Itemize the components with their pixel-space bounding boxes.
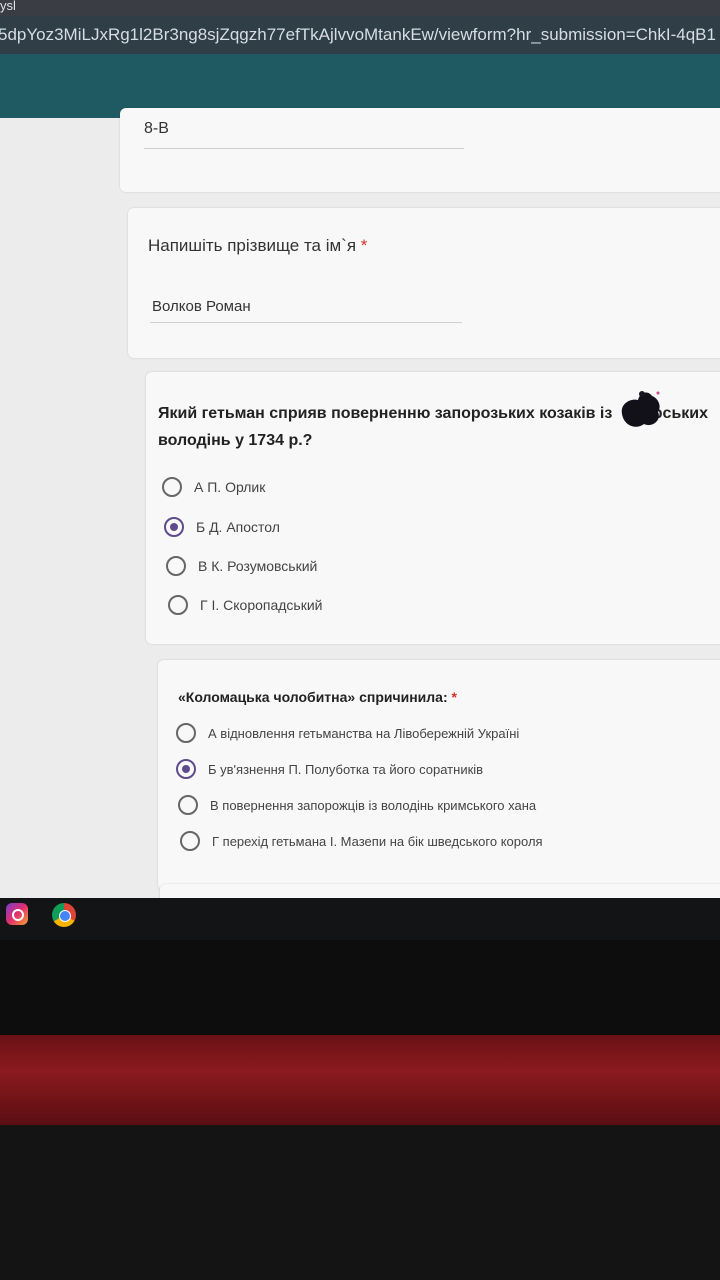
name-question-title: Напишіть прізвище та ім`я *	[148, 236, 368, 255]
laptop-red-edge	[0, 1035, 720, 1125]
taskbar	[0, 898, 720, 940]
address-bar[interactable]: 5dpYoz3MiLJxRg1l2Br3ng8sjZqgzh77efTkAjlv…	[0, 16, 720, 54]
question2-card: «Коломацька чолобитна» спричинила: * А в…	[158, 660, 720, 890]
question1-option-c[interactable]: В К. Розумовський	[166, 553, 317, 579]
laptop-keyboard	[0, 1125, 720, 1280]
radio-icon[interactable]	[162, 477, 182, 497]
radio-icon[interactable]	[176, 723, 196, 743]
browser-tab-strip: ysl	[0, 0, 720, 16]
radio-selected-icon[interactable]	[164, 517, 184, 537]
radio-icon[interactable]	[166, 556, 186, 576]
question1-option-a[interactable]: А П. Орлик	[162, 474, 265, 500]
name-answer-underline	[150, 322, 462, 323]
question2-option-a[interactable]: А відновлення гетьманства на Лівобережні…	[176, 720, 519, 746]
browser-tab-title[interactable]: ysl	[0, 0, 16, 13]
required-mark: *	[451, 689, 457, 705]
required-mark: *	[360, 236, 368, 255]
question2-title: «Коломацька чолобитна» спричинила: *	[178, 689, 457, 705]
address-bar-url[interactable]: 5dpYoz3MiLJxRg1l2Br3ng8sjZqgzh77efTkAjlv…	[0, 16, 716, 54]
question2-option-b[interactable]: Б ув'язнення П. Полуботка та його соратн…	[176, 756, 483, 782]
class-answer-underline	[144, 148, 464, 149]
chrome-icon[interactable]	[52, 903, 76, 927]
name-answer[interactable]: Волков Роман	[152, 298, 251, 315]
radio-icon[interactable]	[168, 595, 188, 615]
radio-selected-icon[interactable]	[176, 759, 196, 779]
question2-option-c[interactable]: В повернення запорожців із володінь крим…	[178, 792, 536, 818]
question1-option-b[interactable]: Б Д. Апостол	[164, 514, 280, 540]
class-answer[interactable]: 8-В	[144, 120, 169, 138]
instagram-icon[interactable]	[6, 903, 28, 925]
laptop-bezel	[0, 940, 720, 1035]
class-card: 8-В	[120, 108, 720, 192]
name-question-card: Напишіть прізвище та ім`я * Волков Роман	[128, 208, 720, 358]
question2-option-d[interactable]: Г перехід гетьмана І. Мазепи на бік швед…	[180, 828, 543, 854]
radio-icon[interactable]	[180, 831, 200, 851]
question1-option-d[interactable]: Г І. Скоропадський	[168, 592, 323, 618]
ink-blot-icon	[621, 391, 660, 427]
radio-icon[interactable]	[178, 795, 198, 815]
